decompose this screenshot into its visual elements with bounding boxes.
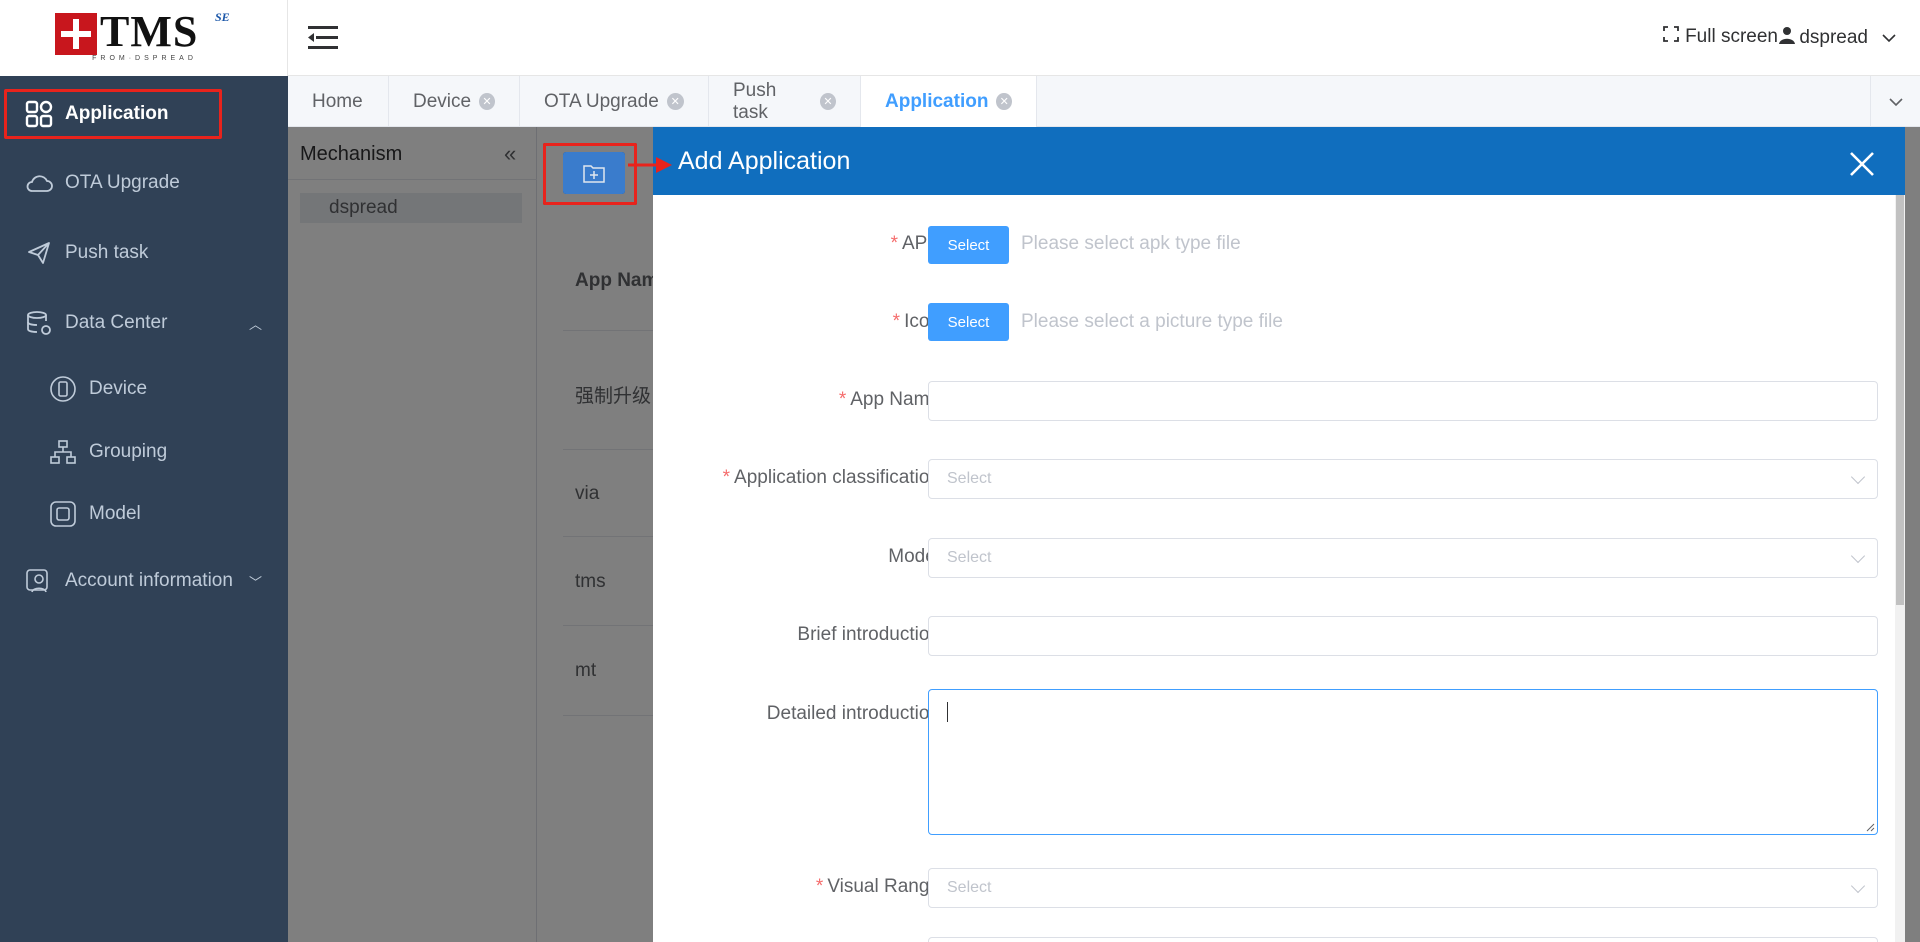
detailed-introduction-label: Detailed introduction	[766, 703, 940, 724]
sidebar-item-label: Device	[89, 378, 148, 399]
brief-introduction-label: Brief introduction	[797, 624, 940, 645]
logo-text: TMS	[100, 7, 199, 56]
tab-label: Push task	[733, 79, 777, 123]
chevron-down-icon	[1888, 97, 1903, 106]
user-icon	[1779, 26, 1796, 50]
close-icon[interactable]: ✕	[996, 93, 1012, 110]
chevron-down-icon	[1850, 469, 1866, 485]
cloud-icon	[24, 168, 54, 198]
database-icon	[24, 308, 54, 338]
app-name-label: * App Name	[838, 389, 940, 410]
sidebar-item-model[interactable]: Model	[0, 486, 288, 542]
device-icon	[48, 374, 78, 404]
chevron-up-icon: ︿	[248, 316, 262, 332]
apk-hint: Please select apk type file	[1021, 233, 1241, 254]
icon-select-button[interactable]: Select	[928, 303, 1009, 341]
chevron-down-icon	[1882, 27, 1896, 49]
arrow-right-icon	[628, 157, 672, 173]
visual-range-label: * Visual Range	[815, 876, 940, 897]
dialog-scrollbar[interactable]	[1895, 195, 1905, 942]
model-placeholder: Select	[947, 549, 992, 566]
close-icon[interactable]	[1849, 151, 1875, 177]
tab-label: Home	[312, 90, 363, 112]
highlight-add-button-frame	[543, 143, 637, 205]
user-menu[interactable]: dspread	[1779, 26, 1896, 50]
sidebar-item-label: Model	[89, 503, 141, 524]
tab-label: Device	[413, 90, 472, 112]
dialog-header: Add Application	[653, 127, 1905, 195]
highlight-application	[4, 89, 222, 139]
model-select[interactable]: Select	[928, 538, 1878, 578]
visual-range-select[interactable]: Select	[928, 868, 1878, 908]
sidebar-item-label: Data Center	[65, 312, 168, 333]
tabs-more-button[interactable]	[1870, 76, 1920, 127]
detailed-introduction-textarea[interactable]	[928, 689, 1878, 835]
tab-label: OTA Upgrade	[544, 90, 659, 112]
text-cursor	[947, 702, 948, 722]
tab-ota-upgrade[interactable]: OTA Upgrade ✕	[520, 76, 709, 127]
classification-placeholder: Select	[947, 470, 992, 487]
next-field-input[interactable]	[928, 937, 1878, 942]
user-name: dspread	[1799, 27, 1868, 48]
hierarchy-icon	[48, 437, 78, 467]
top-header: Full screen dspread	[288, 0, 1920, 76]
sidebar-item-label: OTA Upgrade	[65, 172, 180, 193]
tab-home[interactable]: Home	[288, 76, 389, 127]
model-icon	[48, 499, 78, 529]
logo-suffix: SE	[215, 10, 230, 24]
close-icon[interactable]: ✕	[819, 93, 836, 110]
account-icon	[24, 566, 54, 596]
logo-emblem-icon	[55, 13, 97, 55]
tab-bar: Home Device ✕ OTA Upgrade ✕ Push task ✕ …	[288, 76, 1920, 127]
fullscreen-button[interactable]: Full screen	[1663, 26, 1778, 48]
resize-grip-icon[interactable]	[1865, 822, 1875, 832]
chevron-down-icon	[1850, 548, 1866, 564]
logo: TMS SE FROM·DSPREAD	[0, 0, 288, 76]
fullscreen-label: Full screen	[1685, 26, 1778, 47]
icon-hint: Please select a picture type file	[1021, 311, 1283, 332]
fullscreen-icon	[1663, 26, 1679, 48]
chevron-down-icon: ﹀	[248, 574, 262, 590]
sidebar-item-label: Account information	[65, 570, 233, 591]
classification-label: * Application classification	[722, 467, 940, 488]
sidebar-item-label: Push task	[65, 242, 149, 263]
paper-plane-icon	[24, 238, 54, 268]
close-icon[interactable]: ✕	[479, 93, 495, 110]
tab-device[interactable]: Device ✕	[389, 76, 520, 127]
scrollbar-thumb[interactable]	[1896, 195, 1904, 605]
logo-subtitle: FROM·DSPREAD	[92, 55, 197, 62]
add-application-dialog: Add Application * APK Select Please selec…	[653, 127, 1905, 942]
visual-range-placeholder: Select	[947, 879, 992, 896]
tab-label: Application	[885, 90, 989, 112]
tab-push-task[interactable]: Push task ✕	[709, 76, 861, 127]
tab-application[interactable]: Application ✕	[861, 76, 1037, 127]
classification-select[interactable]: Select	[928, 459, 1878, 499]
sidebar-item-data-center[interactable]: Data Center ︿	[0, 295, 288, 351]
sidebar-item-grouping[interactable]: Grouping	[0, 424, 288, 480]
hamburger-icon[interactable]	[308, 24, 338, 52]
sidebar-item-device[interactable]: Device	[0, 361, 288, 417]
sidebar-item-label: Grouping	[89, 441, 168, 462]
sidebar-item-push-task[interactable]: Push task	[0, 225, 288, 281]
app-name-input[interactable]	[928, 381, 1878, 421]
dialog-title: Add Application	[678, 147, 851, 175]
close-icon[interactable]: ✕	[666, 93, 684, 110]
sidebar-item-ota-upgrade[interactable]: OTA Upgrade	[0, 155, 288, 211]
apk-select-button[interactable]: Select	[928, 226, 1009, 264]
sidebar: TMS SE FROM·DSPREAD Application OTA Upgr…	[0, 0, 288, 942]
sidebar-item-account-information[interactable]: Account information ﹀	[0, 553, 288, 609]
brief-introduction-input[interactable]	[928, 616, 1878, 656]
chevron-down-icon	[1850, 878, 1866, 894]
